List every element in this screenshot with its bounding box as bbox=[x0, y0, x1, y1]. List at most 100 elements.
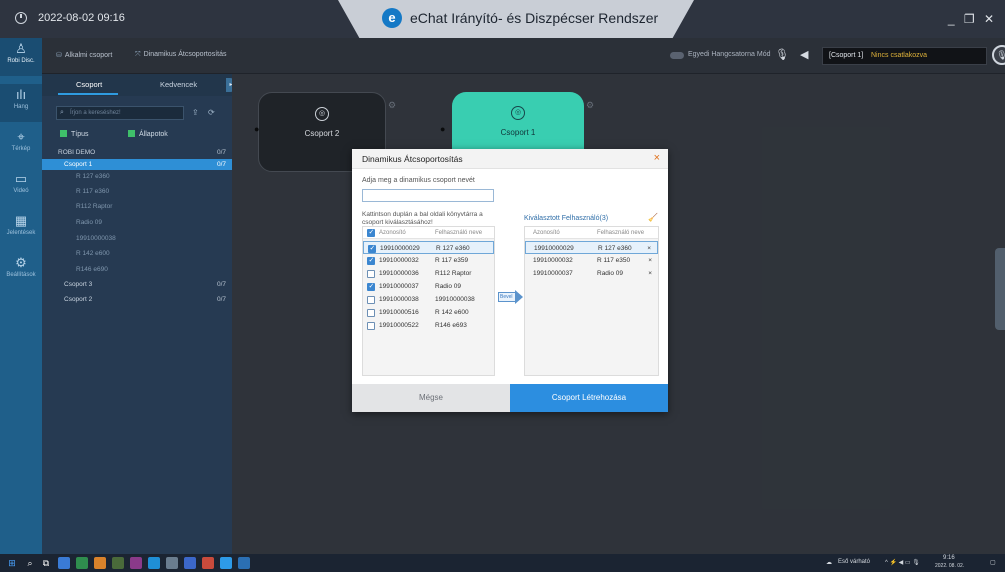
app-icon[interactable] bbox=[130, 557, 142, 569]
app-icon[interactable] bbox=[58, 557, 70, 569]
user-id: 19910000516 bbox=[379, 309, 419, 316]
app-icon[interactable] bbox=[76, 557, 88, 569]
close-icon[interactable]: × bbox=[654, 152, 660, 164]
tree-row[interactable]: 19910000038 bbox=[42, 233, 232, 244]
tree-row[interactable]: R112 Raptor bbox=[42, 201, 232, 212]
add-button[interactable]: Bevel bbox=[498, 290, 524, 304]
app-icon[interactable] bbox=[238, 557, 250, 569]
user-checkbox[interactable] bbox=[367, 256, 375, 265]
create-group-button[interactable]: Csoport Létrehozása bbox=[510, 384, 668, 412]
tab-kedvencek[interactable]: Kedvencek bbox=[160, 80, 197, 89]
map-icon: ⌖ bbox=[17, 129, 25, 144]
tree-row[interactable]: R146 e690 bbox=[42, 264, 232, 275]
app-icon[interactable] bbox=[148, 557, 160, 569]
app-icon[interactable] bbox=[202, 557, 214, 569]
group-name-input[interactable] bbox=[362, 189, 494, 202]
nav-label: Robi Disc. bbox=[7, 58, 35, 64]
tree-row[interactable]: R 142 e600 bbox=[42, 248, 232, 259]
app-icon[interactable] bbox=[112, 557, 124, 569]
app-logo-icon: e bbox=[382, 8, 402, 28]
app-icon[interactable] bbox=[220, 557, 232, 569]
app-icon[interactable] bbox=[184, 557, 196, 569]
nav-item-terkep[interactable]: ⌖ Térkép bbox=[0, 126, 42, 164]
app-icon[interactable] bbox=[166, 557, 178, 569]
checkbox-icon bbox=[128, 130, 135, 137]
nav-item-beallitasok[interactable]: ⚙ Beállítások bbox=[0, 252, 42, 290]
user-name: 19910000038 bbox=[435, 296, 475, 303]
user-id: 19910000036 bbox=[379, 270, 419, 277]
tray-time: 9:16 bbox=[943, 555, 955, 561]
tree-row[interactable]: Radio 09 bbox=[42, 217, 232, 228]
selected-user-row[interactable]: 19910000032 R 117 e350 × bbox=[525, 254, 658, 267]
tree-row[interactable]: Csoport 3 0/7 bbox=[42, 279, 232, 290]
user-row[interactable]: 19910000516 R 142 e600 bbox=[363, 306, 494, 319]
mic-icon[interactable]: 🎙 bbox=[775, 48, 789, 61]
header-name: Felhasználó neve bbox=[435, 230, 483, 236]
chip-label: Állapotok bbox=[139, 131, 168, 138]
temp-group-label: Alkalmi csoport bbox=[64, 52, 113, 59]
user-row[interactable]: 19910000029 R 127 e360 bbox=[363, 241, 494, 254]
temp-group-button[interactable]: ⛁ Alkalmi csoport bbox=[56, 51, 112, 59]
mode-toggle[interactable] bbox=[670, 52, 684, 59]
dialog-title: Dinamikus Átcsoportosítás bbox=[362, 154, 463, 164]
user-name: R 117 e350 bbox=[597, 257, 631, 264]
user-row[interactable]: 19910000036 R112 Raptor bbox=[363, 267, 494, 280]
tree-row[interactable]: Csoport 2 0/7 bbox=[42, 294, 232, 305]
user-checkbox[interactable] bbox=[368, 244, 376, 253]
speaker-icon[interactable]: ◀ bbox=[800, 48, 808, 61]
export-icon[interactable]: ⇪ bbox=[192, 108, 199, 117]
ptt-button[interactable]: 🎙 bbox=[992, 45, 1005, 65]
user-checkbox[interactable] bbox=[367, 322, 375, 330]
user-row[interactable]: 19910000037 Radio 09 bbox=[363, 280, 494, 293]
tree-row[interactable]: R 127 e360 bbox=[42, 171, 232, 182]
row-label: Radio 09 bbox=[76, 219, 103, 226]
remove-icon[interactable]: × bbox=[648, 257, 652, 264]
remove-icon[interactable]: × bbox=[647, 245, 651, 252]
user-checkbox[interactable] bbox=[367, 309, 375, 317]
weather-text: Eső várható bbox=[838, 559, 871, 565]
tree-row[interactable]: ROBI DEMO 0/7 bbox=[42, 147, 232, 158]
type-filter[interactable]: Típus bbox=[60, 130, 89, 138]
search-icon[interactable]: ⌕ bbox=[24, 557, 36, 569]
header-name: Felhasználó neve bbox=[597, 230, 645, 236]
task-view-icon[interactable]: ⧉ bbox=[40, 557, 52, 569]
search-input[interactable]: ⌕ Írjon a kereséshez! bbox=[56, 106, 184, 120]
search-icon: ⌕ bbox=[60, 109, 64, 116]
nav-item-video[interactable]: ▭ Videó bbox=[0, 168, 42, 206]
row-label: Csoport 3 bbox=[64, 281, 93, 288]
clear-icon[interactable]: 🧹 bbox=[648, 213, 658, 222]
user-icon: ♙ bbox=[15, 41, 27, 56]
tree-row[interactable]: Csoport 1 0/7 bbox=[42, 159, 232, 170]
dynamic-regroup-button[interactable]: ⤧ Dinamikus Átcsoportosítás bbox=[135, 51, 226, 59]
user-row[interactable]: 19910000032 R 117 e359 bbox=[363, 254, 494, 267]
refresh-icon[interactable]: ⟳ bbox=[208, 108, 215, 117]
checkbox-icon bbox=[60, 130, 67, 137]
status-filter[interactable]: Állapotok bbox=[128, 130, 168, 138]
window-controls[interactable]: _ ❐ ✕ bbox=[948, 12, 997, 26]
nav-label: Videó bbox=[13, 188, 29, 194]
selected-user-row[interactable]: 19910000029 R 127 e360 × bbox=[525, 241, 658, 254]
app-icon[interactable] bbox=[94, 557, 106, 569]
row-label: ROBI DEMO bbox=[58, 149, 96, 156]
user-checkbox[interactable] bbox=[367, 282, 375, 291]
tray-icons[interactable]: ^ ⚡ ◀ ▭ 🎙 bbox=[885, 559, 920, 566]
user-name: R 117 e359 bbox=[435, 257, 469, 264]
nav-item-hang[interactable]: ılı Hang bbox=[0, 84, 42, 122]
user-checkbox[interactable] bbox=[367, 270, 375, 278]
filter-chips: Típus Állapotok bbox=[56, 130, 226, 142]
user-row[interactable]: 19910000038 19910000038 bbox=[363, 293, 494, 306]
start-icon[interactable]: ⊞ bbox=[6, 557, 18, 569]
tab-csoport[interactable]: Csoport bbox=[76, 80, 102, 89]
remove-icon[interactable]: × bbox=[648, 270, 652, 277]
selected-user-row[interactable]: 19910000037 Radio 09 × bbox=[525, 267, 658, 280]
select-all-checkbox[interactable] bbox=[367, 228, 375, 237]
notification-icon[interactable]: ▢ bbox=[990, 559, 996, 566]
user-checkbox[interactable] bbox=[367, 296, 375, 304]
row-label: Csoport 1 bbox=[64, 161, 93, 168]
nav-item-robi[interactable]: ♙ Robi Disc. bbox=[0, 38, 42, 76]
status-text: Nincs csatlakozva bbox=[871, 52, 928, 59]
user-row[interactable]: 19910000522 R146 e693 bbox=[363, 319, 494, 332]
tree-row[interactable]: R 117 e360 bbox=[42, 186, 232, 197]
nav-item-jelentesek[interactable]: ▦ Jelentések bbox=[0, 210, 42, 248]
cancel-button[interactable]: Mégse bbox=[352, 384, 510, 412]
